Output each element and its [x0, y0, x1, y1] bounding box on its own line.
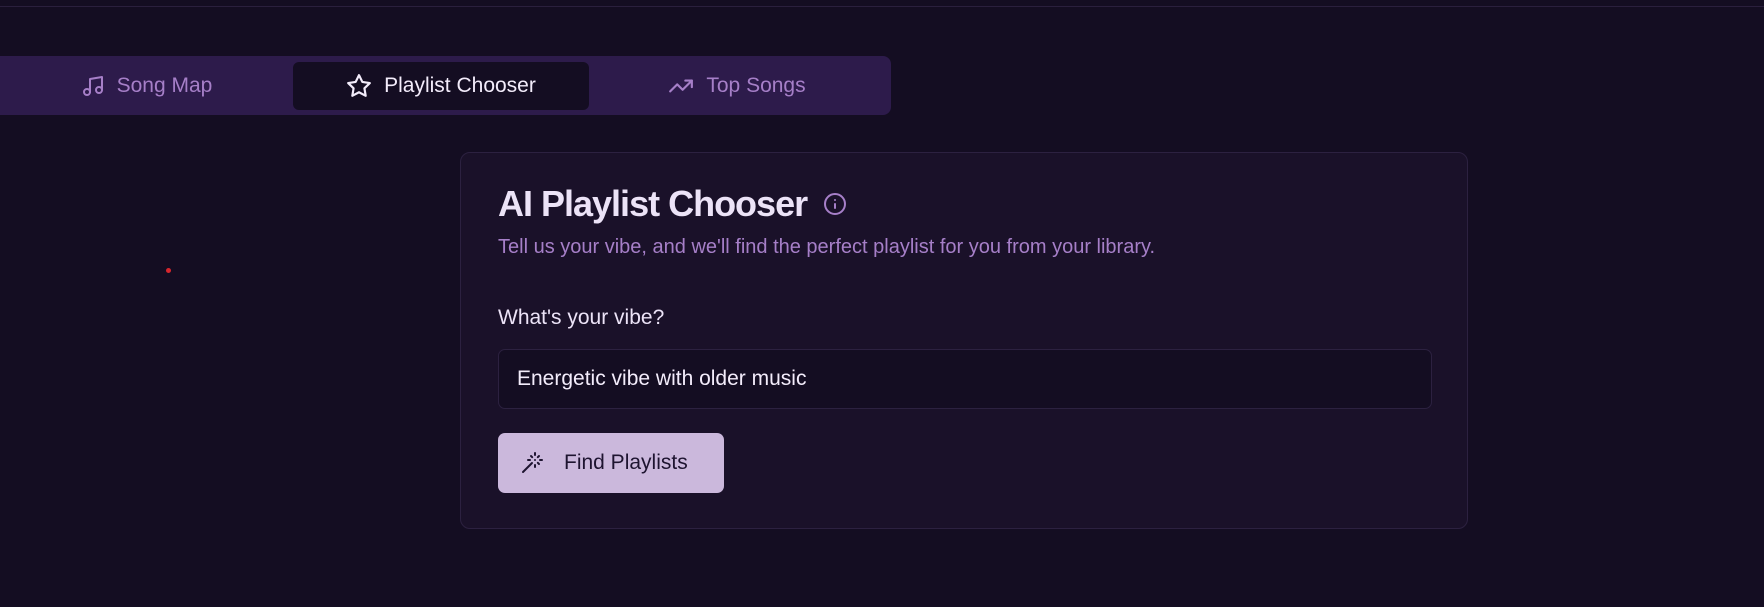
top-divider: [0, 0, 1764, 7]
info-icon[interactable]: [823, 192, 847, 216]
playlist-chooser-card: AI Playlist Chooser Tell us your vibe, a…: [460, 152, 1468, 529]
star-icon: [346, 73, 372, 99]
tab-playlist-chooser[interactable]: Playlist Chooser: [293, 62, 589, 110]
music-note-icon: [81, 74, 105, 98]
find-playlists-button[interactable]: Find Playlists: [498, 433, 724, 493]
vibe-input[interactable]: [498, 349, 1432, 409]
tab-top-songs[interactable]: Top Songs: [589, 62, 885, 110]
tab-top-songs-label: Top Songs: [706, 74, 806, 97]
magic-wand-icon: [520, 451, 544, 475]
page-subtitle: Tell us your vibe, and we'll find the pe…: [498, 236, 1156, 258]
trending-up-icon: [668, 73, 694, 99]
vibe-label: What's your vibe?: [498, 306, 665, 329]
find-playlists-label: Find Playlists: [564, 451, 688, 474]
tab-bar: Song Map Playlist Chooser Top Songs: [0, 56, 891, 115]
page-title: AI Playlist Chooser: [498, 183, 808, 224]
card-header: AI Playlist Chooser: [498, 183, 847, 225]
tab-playlist-chooser-label: Playlist Chooser: [384, 74, 536, 97]
tab-song-map[interactable]: Song Map: [0, 62, 293, 110]
cursor-dot: [166, 268, 171, 273]
tab-song-map-label: Song Map: [116, 74, 213, 97]
